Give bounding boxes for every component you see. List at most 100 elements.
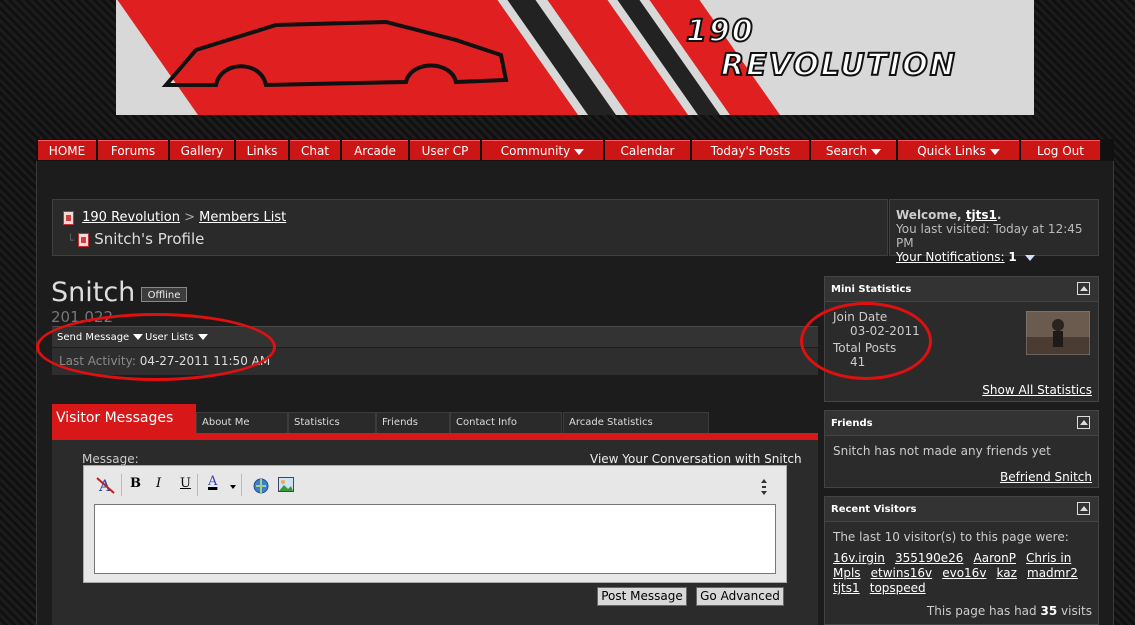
online-status-badge: Offline <box>141 287 187 302</box>
nav-label: Calendar <box>620 144 675 158</box>
toolbar-divider <box>197 474 198 496</box>
nav-chat[interactable]: Chat <box>290 140 340 160</box>
go-advanced-button[interactable]: Go Advanced <box>696 587 784 606</box>
breadcrumb-trail: 190 Revolution > Members List <box>63 210 286 225</box>
nav-user-cp[interactable]: User CP <box>410 140 480 160</box>
nav-home[interactable]: HOME <box>38 140 96 160</box>
chevron-down-icon <box>133 334 144 340</box>
post-message-button[interactable]: Post Message <box>597 587 687 606</box>
nav-quick-links[interactable]: Quick Links <box>898 140 1019 160</box>
visitor-link[interactable]: AaronP <box>974 551 1016 565</box>
visitor-link[interactable]: etwins16v <box>871 566 932 580</box>
nav-label: Links <box>246 144 278 158</box>
nav-todays-posts[interactable]: Today's Posts <box>692 140 809 160</box>
tab-contact-info[interactable]: Contact Info <box>450 412 562 434</box>
visitor-link[interactable]: 16v.irgin <box>833 551 885 565</box>
view-conversation-link[interactable]: View Your Conversation with Snitch <box>590 452 802 466</box>
resize-toggle-icon[interactable] <box>759 476 769 498</box>
nav-calendar[interactable]: Calendar <box>605 140 690 160</box>
underline-button[interactable]: U <box>180 476 191 491</box>
recent-visitors-title: Recent Visitors <box>831 504 917 515</box>
site-banner[interactable]: 190 REVOLUTION <box>116 0 1034 115</box>
total-posts-value: 41 <box>850 355 866 369</box>
toolbar-divider <box>121 474 122 496</box>
last-activity-label: Last Activity: <box>59 354 136 368</box>
tab-friends[interactable]: Friends <box>376 412 450 434</box>
visitor-link[interactable]: madmr2 <box>1027 566 1078 580</box>
befriend-link[interactable]: Befriend Snitch <box>1000 470 1092 484</box>
remove-format-icon[interactable]: A <box>96 476 116 494</box>
breadcrumb-root-link[interactable]: 190 Revolution <box>82 210 180 225</box>
italic-button[interactable]: I <box>156 476 161 491</box>
nav-label: Chat <box>300 144 330 158</box>
chevron-down-icon <box>989 148 1000 155</box>
main-navbar: HOME Forums Gallery Links Chat Arcade Us… <box>36 139 1114 161</box>
notifications-count: 1 <box>1008 250 1017 264</box>
nav-label: Arcade <box>354 144 396 158</box>
total-posts-label: Total Posts <box>833 341 897 355</box>
nav-gallery[interactable]: Gallery <box>170 140 234 160</box>
visitor-list: 16v.irgin 355190e26 AaronP Chris in Mpls… <box>833 550 1088 595</box>
chevron-down-icon[interactable] <box>1024 254 1035 261</box>
tree-branch-icon: └ <box>67 234 74 247</box>
font-color-button[interactable]: A <box>208 474 217 489</box>
visitor-link[interactable]: kaz <box>997 566 1017 580</box>
mini-statistics-block: Mini Statistics Join Date 03-02-2011 Tot… <box>824 276 1099 402</box>
welcome-user-link[interactable]: tjts1 <box>966 208 997 222</box>
tab-statistics[interactable]: Statistics <box>288 412 376 434</box>
recent-visitors-block: Recent Visitors The last 10 visitor(s) t… <box>824 496 1099 625</box>
recent-visitors-intro: The last 10 visitor(s) to this page were… <box>833 530 1069 544</box>
send-message-label: Send Message <box>57 332 130 343</box>
nav-search[interactable]: Search <box>811 140 896 160</box>
breadcrumb-members-link[interactable]: Members List <box>199 210 286 225</box>
show-all-statistics-link[interactable]: Show All Statistics <box>982 383 1092 397</box>
join-date-label: Join Date <box>833 310 888 324</box>
collapse-icon[interactable] <box>1077 416 1090 429</box>
friends-empty-text: Snitch has not made any friends yet <box>833 444 1051 458</box>
insert-image-icon[interactable] <box>278 477 295 493</box>
document-icon <box>63 210 74 225</box>
notifications-link[interactable]: Your Notifications: <box>896 250 1005 264</box>
nav-forums[interactable]: Forums <box>98 140 168 160</box>
visitor-link[interactable]: tjts1 <box>833 581 860 595</box>
profile-action-bar: Send Message User Lists <box>52 326 818 347</box>
welcome-line: Welcome, tjts1. <box>896 208 1092 222</box>
nav-label: Quick Links <box>917 144 986 158</box>
visitor-link[interactable]: 355190e26 <box>895 551 963 565</box>
nav-label: HOME <box>48 144 86 158</box>
tab-about-me[interactable]: About Me <box>196 412 288 434</box>
page-visits-text: This page has had 35 visits <box>927 604 1092 618</box>
collapse-icon[interactable] <box>1077 502 1090 515</box>
car-silhouette-icon <box>161 19 509 88</box>
document-icon <box>78 232 90 247</box>
nav-log-out[interactable]: Log Out <box>1021 140 1100 160</box>
send-message-menu[interactable]: Send Message <box>57 332 144 343</box>
breadcrumb-current: └ Snitch's Profile <box>67 230 204 248</box>
notifications-line[interactable]: Your Notifications: 1 <box>896 250 1092 264</box>
visitor-link[interactable]: evo16v <box>942 566 986 580</box>
recent-visitors-header: Recent Visitors <box>825 497 1098 522</box>
insert-link-icon[interactable] <box>252 477 270 495</box>
profile-stat: 201.022 <box>51 308 114 326</box>
profile-username: Snitch <box>51 277 136 308</box>
nav-community[interactable]: Community <box>482 140 603 160</box>
tab-arcade-statistics[interactable]: Arcade Statistics <box>563 412 709 434</box>
welcome-box: Welcome, tjts1. You last visited: Today … <box>889 199 1099 264</box>
welcome-prefix: Welcome, <box>896 208 962 222</box>
nav-label: Search <box>825 144 868 158</box>
user-lists-menu[interactable]: User Lists <box>145 332 208 343</box>
user-lists-label: User Lists <box>145 332 194 343</box>
toolbar-divider <box>241 474 242 496</box>
chevron-down-icon[interactable] <box>230 485 236 489</box>
visitor-link[interactable]: topspeed <box>870 581 926 595</box>
join-date-value: 03-02-2011 <box>850 324 920 338</box>
visits-count: 35 <box>1040 604 1058 618</box>
nav-links[interactable]: Links <box>236 140 288 160</box>
user-avatar[interactable] <box>1026 311 1090 355</box>
chevron-down-icon <box>197 334 208 340</box>
message-textarea[interactable] <box>94 504 776 574</box>
bold-button[interactable]: B <box>130 476 141 491</box>
nav-label: Log Out <box>1036 144 1084 158</box>
nav-arcade[interactable]: Arcade <box>342 140 408 160</box>
collapse-icon[interactable] <box>1077 282 1090 295</box>
